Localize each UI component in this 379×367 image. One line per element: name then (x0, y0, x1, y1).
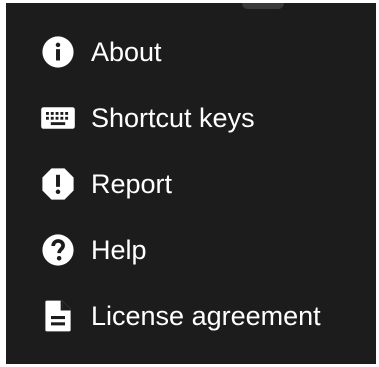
help-icon (39, 231, 77, 269)
menu-item-label: Report (91, 169, 173, 199)
menu-item-report[interactable]: Report (6, 151, 376, 217)
menu-item-shortcut-keys[interactable]: Shortcut keys (6, 85, 376, 151)
info-icon (39, 33, 77, 71)
menu-item-license-agreement[interactable]: License agreement (6, 283, 376, 349)
menu-item-label: Shortcut keys (91, 103, 255, 133)
menu-item-help[interactable]: Help (6, 217, 376, 283)
keyboard-icon (39, 99, 77, 137)
document-icon (39, 297, 77, 335)
menu-item-label: About (91, 37, 162, 67)
menu-item-about[interactable]: About (6, 19, 376, 85)
menu-top-edge (242, 3, 284, 9)
report-icon (39, 165, 77, 203)
menu-item-label: License agreement (91, 301, 321, 331)
menu-item-label: Help (91, 235, 147, 265)
overflow-menu: About Shortcut keys Report Help License … (6, 3, 376, 364)
